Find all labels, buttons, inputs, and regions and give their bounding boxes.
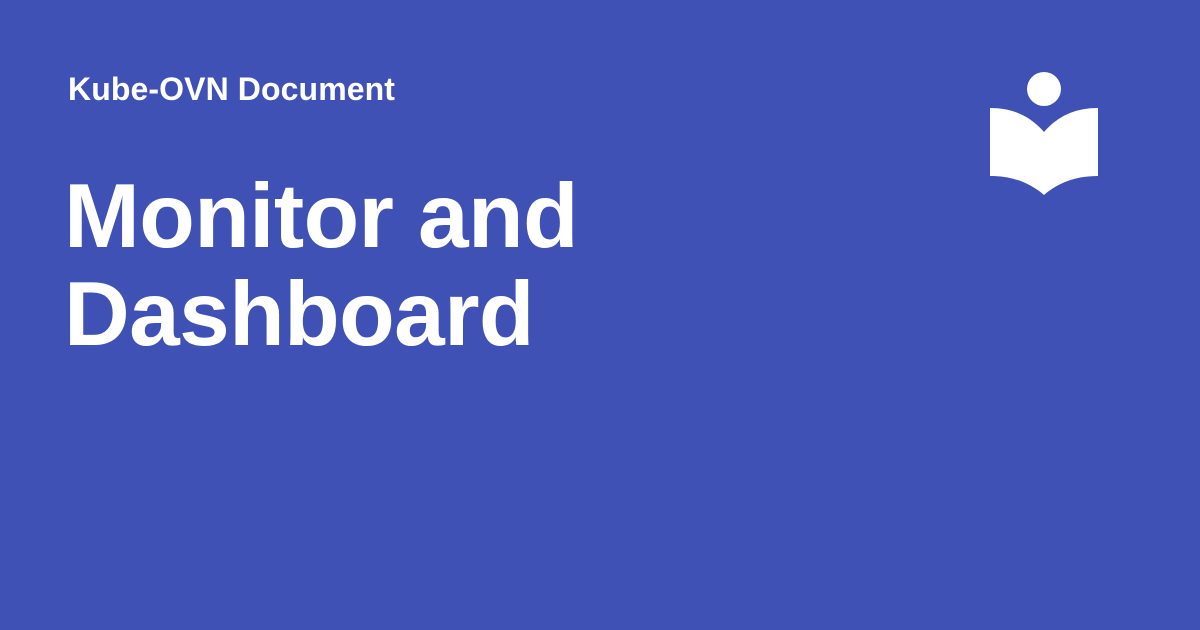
book-reader-icon (985, 68, 1103, 200)
page-title: Monitor and Dashboard (64, 166, 579, 365)
social-card: Kube-OVN Document Monitor and Dashboard (0, 0, 1200, 630)
site-name: Kube-OVN Document (68, 71, 396, 107)
